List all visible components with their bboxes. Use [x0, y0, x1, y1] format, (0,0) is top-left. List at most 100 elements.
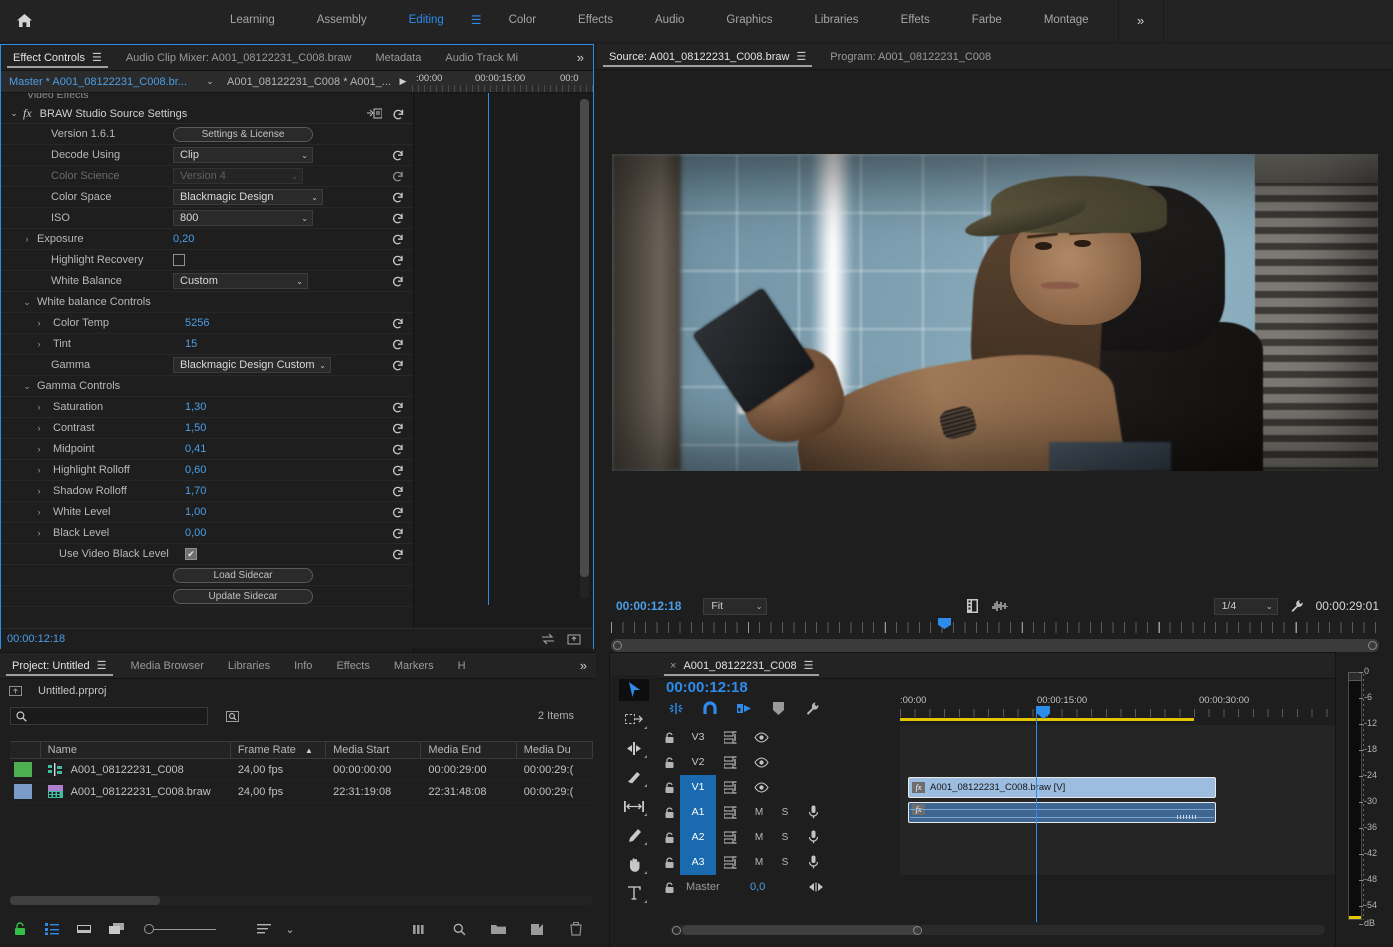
- mute-toggle-a3[interactable]: M: [746, 857, 772, 868]
- source-playhead[interactable]: [938, 618, 951, 635]
- chevron-right-icon[interactable]: ›: [33, 486, 45, 496]
- freeform-view-icon[interactable]: [108, 921, 124, 937]
- reset-effect-icon[interactable]: [392, 107, 405, 120]
- timeline-clip-audio[interactable]: fx: [908, 802, 1216, 823]
- lock-icon[interactable]: [658, 856, 680, 869]
- reset-button-exposure[interactable]: [391, 232, 405, 246]
- settings-wrench-icon[interactable]: [1290, 599, 1304, 613]
- selection-tool[interactable]: [619, 679, 649, 701]
- project-lock-icon[interactable]: [12, 921, 28, 937]
- chevron-right-icon[interactable]: ›: [33, 507, 45, 517]
- source-zoom-handle-right[interactable]: [1368, 641, 1377, 650]
- solo-toggle-a1[interactable]: S: [772, 807, 798, 818]
- tab-history[interactable]: H: [446, 653, 478, 678]
- sync-lock-icon[interactable]: [716, 856, 746, 869]
- razor-tool[interactable]: [619, 766, 649, 788]
- microphone-icon[interactable]: [798, 830, 828, 844]
- work-area-bar[interactable]: [900, 718, 1194, 721]
- track-name-v3[interactable]: V3: [680, 725, 716, 750]
- workspace-tab-assembly[interactable]: Assembly: [296, 0, 388, 41]
- track-lane-v3[interactable]: [900, 725, 1393, 750]
- param-row-contrast[interactable]: › Contrast 1,50: [1, 418, 413, 439]
- track-name-v1[interactable]: V1: [680, 775, 716, 800]
- workspace-overflow-button[interactable]: »: [1118, 0, 1164, 41]
- workspace-tab-graphics[interactable]: Graphics: [705, 0, 793, 41]
- reset-button-decode-using[interactable]: [391, 148, 405, 162]
- decode-using-select[interactable]: Clip ⌄: [173, 147, 313, 163]
- solo-toggle-a2[interactable]: S: [772, 832, 798, 843]
- use-video-black-level-checkbox[interactable]: [185, 548, 197, 560]
- reset-button-midpoint[interactable]: [391, 442, 405, 456]
- chevron-right-icon[interactable]: ›: [33, 402, 45, 412]
- reset-button-white-level[interactable]: [391, 505, 405, 519]
- tab-audio-clip-mixer[interactable]: Audio Clip Mixer: A001_08122231_C008.bra…: [114, 45, 364, 70]
- param-row-white-balance-controls[interactable]: ⌄ White balance Controls: [1, 292, 413, 313]
- param-row-gamma-controls[interactable]: ⌄ Gamma Controls: [1, 376, 413, 397]
- lock-icon[interactable]: [658, 831, 680, 844]
- source-zoom-handle-left[interactable]: [613, 641, 622, 650]
- workspace-tab-color[interactable]: Color: [488, 0, 557, 41]
- column-media-start[interactable]: Media Start: [326, 741, 421, 759]
- param-row-iso[interactable]: ISO 800 ⌄: [1, 208, 413, 229]
- chevron-right-icon[interactable]: ›: [33, 339, 45, 349]
- timeline-zoom-handle-left[interactable]: [672, 926, 681, 935]
- sync-lock-icon[interactable]: [716, 831, 746, 844]
- workspace-menu-icon[interactable]: ☰: [465, 0, 488, 41]
- snap-magnet-icon[interactable]: [702, 700, 718, 716]
- eye-toggle-icon[interactable]: [746, 782, 776, 793]
- sync-lock-icon[interactable]: [716, 756, 746, 769]
- track-v2[interactable]: V2: [658, 750, 1393, 775]
- search-box[interactable]: [10, 707, 208, 725]
- chevron-down-icon[interactable]: ⌄: [21, 381, 33, 392]
- timeline-settings-icon[interactable]: [804, 700, 820, 716]
- track-lane-a2[interactable]: [900, 825, 1393, 850]
- timeline-ruler[interactable]: :00:00 00:00:15:00 00:00:30:00: [900, 695, 1340, 723]
- source-zoom-bar[interactable]: [611, 639, 1379, 652]
- search-input[interactable]: [31, 710, 201, 722]
- tab-media-browser[interactable]: Media Browser: [119, 653, 216, 678]
- reset-button-use-video-black-level[interactable]: [391, 547, 405, 561]
- param-row-version[interactable]: Version 1.6.1 Settings & License: [1, 124, 413, 145]
- sync-lock-icon[interactable]: [716, 781, 746, 794]
- param-value-saturation[interactable]: 1,30: [185, 401, 206, 413]
- param-row-color-space[interactable]: Color Space Blackmagic Design ⌄: [1, 187, 413, 208]
- lock-icon[interactable]: [658, 731, 680, 744]
- reset-button-black-level[interactable]: [391, 526, 405, 540]
- table-row[interactable]: A001_08122231_C008.braw 24,00 fps 22:31:…: [10, 781, 593, 803]
- film-strip-icon[interactable]: [967, 599, 978, 613]
- chevron-down-icon[interactable]: ⌄: [201, 76, 219, 87]
- white-balance-select[interactable]: Custom ⌄: [173, 273, 308, 289]
- lock-icon[interactable]: [658, 781, 680, 794]
- tab-effects[interactable]: Effects: [324, 653, 381, 678]
- param-row-tint[interactable]: › Tint 15: [1, 334, 413, 355]
- sort-icon[interactable]: [256, 921, 272, 937]
- icon-view-icon[interactable]: [76, 921, 92, 937]
- param-value-midpoint[interactable]: 0,41: [185, 443, 206, 455]
- source-current-timecode[interactable]: 00:00:12:18: [616, 599, 681, 613]
- linked-selection-icon[interactable]: [736, 700, 752, 716]
- workspace-tab-audio[interactable]: Audio: [634, 0, 705, 41]
- type-tool[interactable]: [619, 882, 649, 904]
- source-video-preview[interactable]: [612, 154, 1378, 471]
- track-a1[interactable]: A1 M S fx: [658, 800, 1393, 825]
- column-media-duration[interactable]: Media Du: [517, 741, 593, 759]
- param-value-white-level[interactable]: 1,00: [185, 506, 206, 518]
- track-v3[interactable]: V3: [658, 725, 1393, 750]
- mute-toggle-a2[interactable]: M: [746, 832, 772, 843]
- ripple-edit-tool[interactable]: [619, 737, 649, 759]
- track-lane-v2[interactable]: [900, 750, 1393, 775]
- tab-source-monitor[interactable]: Source: A001_08122231_C008.braw ☰: [597, 44, 818, 69]
- waveform-icon[interactable]: [992, 600, 1008, 612]
- param-row-highlight-rolloff[interactable]: › Highlight Rolloff 0,60: [1, 460, 413, 481]
- eye-toggle-icon[interactable]: [746, 732, 776, 743]
- timeline-clip-video[interactable]: fx A001_08122231_C008.braw [V]: [908, 777, 1216, 798]
- update-sidecar-button[interactable]: Update Sidecar: [173, 589, 313, 604]
- track-a3[interactable]: A3 M S: [658, 850, 1393, 875]
- effect-controls-ruler[interactable]: :00:00 00:00:15:00 00:0: [412, 71, 593, 93]
- source-resolution-select[interactable]: 1/4 ⌄: [1214, 598, 1278, 615]
- slip-tool[interactable]: [619, 795, 649, 817]
- param-row-decode-using[interactable]: Decode Using Clip ⌄: [1, 145, 413, 166]
- tab-audio-track-mixer[interactable]: Audio Track Mi: [433, 45, 530, 70]
- chevron-right-icon[interactable]: ›: [33, 318, 45, 328]
- timeline-zoom-handle-right[interactable]: [913, 926, 922, 935]
